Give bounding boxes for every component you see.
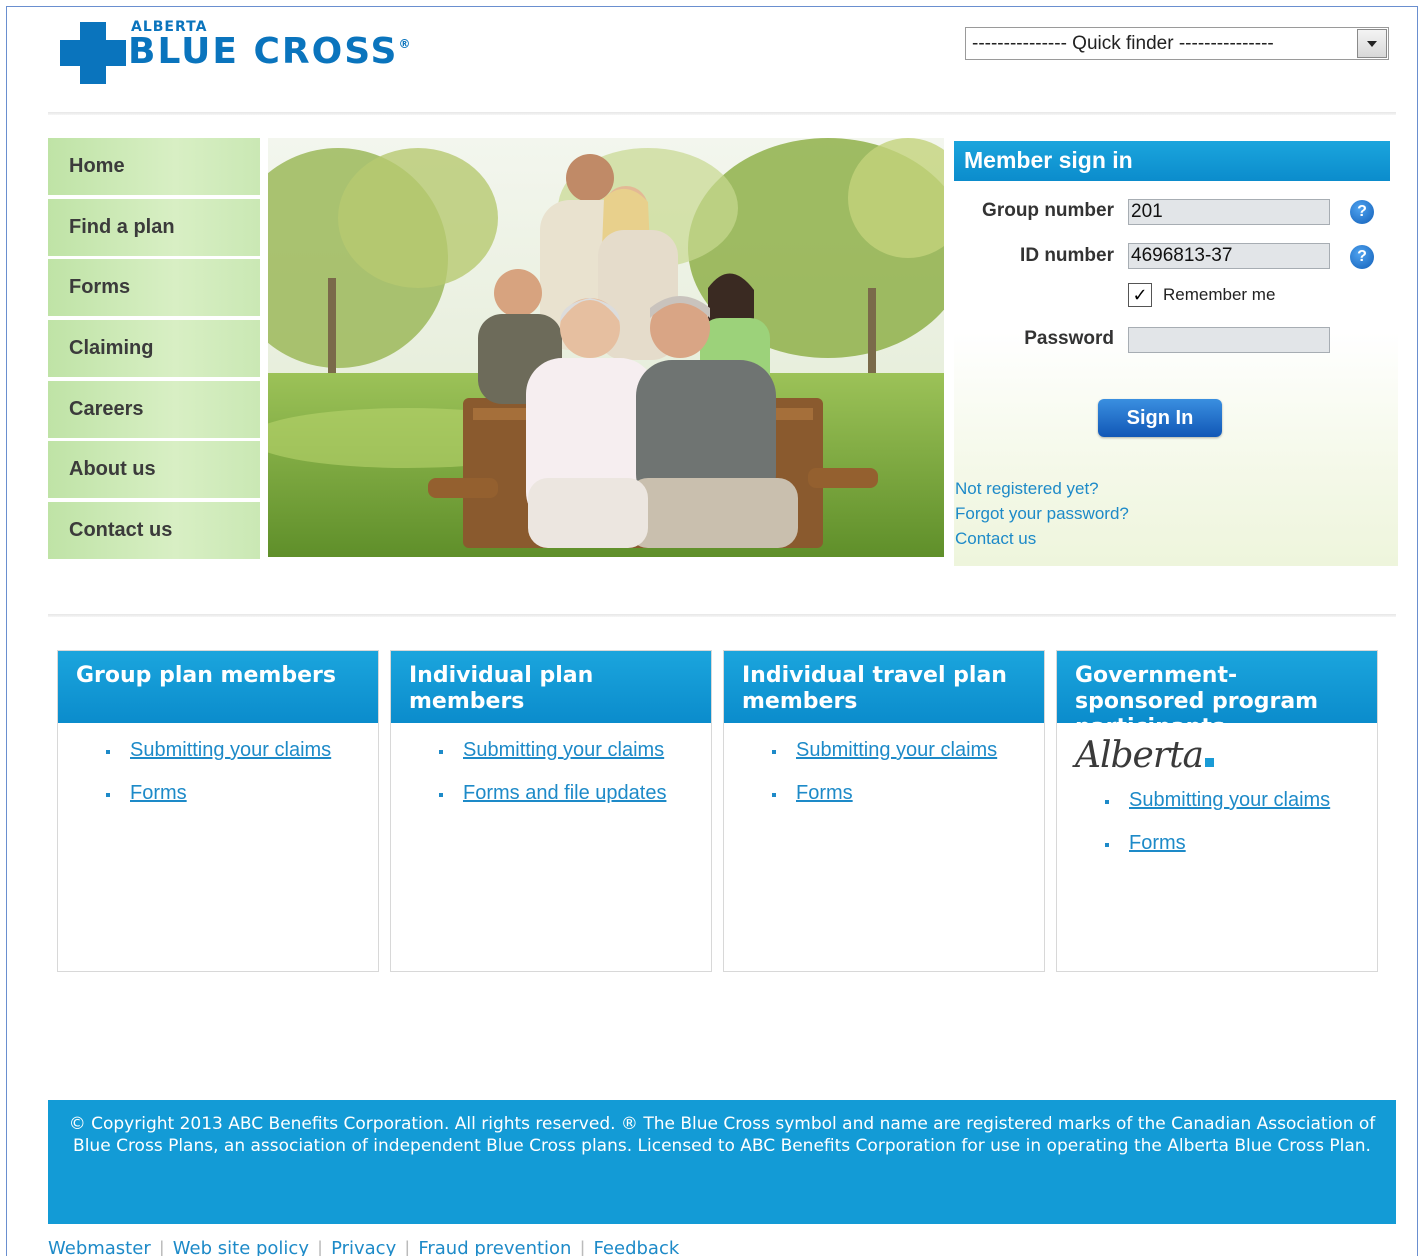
group-number-label: Group number — [982, 200, 1114, 221]
forms-link[interactable]: Forms — [1129, 832, 1186, 854]
list-item: Submitting your claims — [439, 737, 711, 764]
card-title: Individual plan members — [391, 651, 711, 723]
middle-divider — [48, 614, 1396, 617]
not-registered-link[interactable]: Not registered yet? — [955, 476, 1129, 501]
sign-in-links: Not registered yet? Forgot your password… — [955, 476, 1129, 551]
individual-plan-card: Individual plan members Submitting your … — [390, 650, 712, 972]
help-icon[interactable]: ? — [1350, 245, 1374, 269]
nav-item-about-us[interactable]: About us — [48, 441, 260, 499]
fraud-prevention-link[interactable]: Fraud prevention — [418, 1238, 571, 1256]
submitting-claims-link[interactable]: Submitting your claims — [130, 739, 331, 761]
id-number-label: ID number — [1020, 245, 1114, 266]
nav-item-careers[interactable]: Careers — [48, 380, 260, 438]
web-site-policy-link[interactable]: Web site policy — [173, 1238, 309, 1256]
id-number-field[interactable]: 4696813-37 — [1128, 243, 1330, 269]
quick-finder-value: --------------- Quick finder -----------… — [972, 32, 1274, 54]
main-nav: Home Find a plan Forms Claiming Careers … — [48, 138, 260, 563]
list-item: Submitting your claims — [1105, 787, 1377, 814]
remember-me-checkbox[interactable]: ✓ — [1128, 283, 1152, 307]
card-title: Group plan members — [58, 651, 378, 723]
group-plan-card: Group plan members Submitting your claim… — [57, 650, 379, 972]
feedback-link[interactable]: Feedback — [594, 1238, 680, 1256]
list-item: Forms — [772, 780, 1044, 807]
group-number-field[interactable]: 201 — [1128, 199, 1330, 225]
hero-family-photo — [268, 138, 944, 557]
submitting-claims-link[interactable]: Submitting your claims — [1129, 789, 1330, 811]
sign-in-button[interactable]: Sign In — [1098, 399, 1222, 437]
webmaster-link[interactable]: Webmaster — [48, 1238, 151, 1256]
nav-item-contact-us[interactable]: Contact us — [48, 502, 260, 560]
chevron-down-icon[interactable] — [1357, 29, 1387, 58]
nav-item-home[interactable]: Home — [48, 138, 260, 195]
nav-item-find-a-plan[interactable]: Find a plan — [48, 198, 260, 256]
nav-item-claiming[interactable]: Claiming — [48, 320, 260, 378]
forgot-password-link[interactable]: Forgot your password? — [955, 501, 1129, 526]
alberta-blue-cross-logo[interactable]: ALBERTA BLUE CROSS® — [60, 18, 480, 88]
list-item: Submitting your claims — [772, 737, 1044, 764]
password-label: Password — [1024, 328, 1114, 349]
sign-in-title: Member sign in — [954, 141, 1390, 181]
forms-link[interactable]: Forms — [796, 782, 853, 804]
copyright-footer: © Copyright 2013 ABC Benefits Corporatio… — [48, 1100, 1396, 1224]
card-title: Government-sponsored program participant… — [1057, 651, 1377, 740]
footer-links: Webmaster | Web site policy | Privacy | Fraud … — [48, 1238, 679, 1256]
list-item: Submitting your claims — [106, 737, 378, 764]
privacy-link[interactable]: Privacy — [331, 1238, 396, 1256]
quick-finder-select[interactable]: --------------- Quick finder -----------… — [965, 27, 1389, 60]
individual-travel-plan-card: Individual travel plan members Submittin… — [723, 650, 1045, 972]
help-icon[interactable]: ? — [1350, 200, 1374, 224]
government-sponsored-card: Government-sponsored program participant… — [1056, 650, 1378, 972]
password-field[interactable] — [1128, 327, 1330, 353]
contact-us-link[interactable]: Contact us — [955, 526, 1129, 551]
member-sign-in-panel: Member sign in Group number 201 ? ID num… — [954, 141, 1398, 566]
submitting-claims-link[interactable]: Submitting your claims — [463, 739, 664, 761]
list-item: Forms — [1105, 830, 1377, 857]
copyright-text: © Copyright 2013 ABC Benefits Corporatio… — [68, 1114, 1376, 1156]
nav-item-forms[interactable]: Forms — [48, 259, 260, 317]
list-item: Forms — [106, 780, 378, 807]
forms-and-file-updates-link[interactable]: Forms and file updates — [463, 782, 666, 804]
submitting-claims-link[interactable]: Submitting your claims — [796, 739, 997, 761]
top-divider — [48, 112, 1396, 115]
remember-me[interactable]: ✓ Remember me — [1128, 283, 1275, 307]
remember-me-label: Remember me — [1163, 285, 1276, 304]
forms-link[interactable]: Forms — [130, 782, 187, 804]
list-item: Forms and file updates — [439, 780, 711, 807]
government-of-alberta-logo: Alberta — [1057, 723, 1377, 785]
logo-blue-cross-text: BLUE CROSS® — [128, 31, 411, 72]
card-title: Individual travel plan members — [724, 651, 1044, 723]
